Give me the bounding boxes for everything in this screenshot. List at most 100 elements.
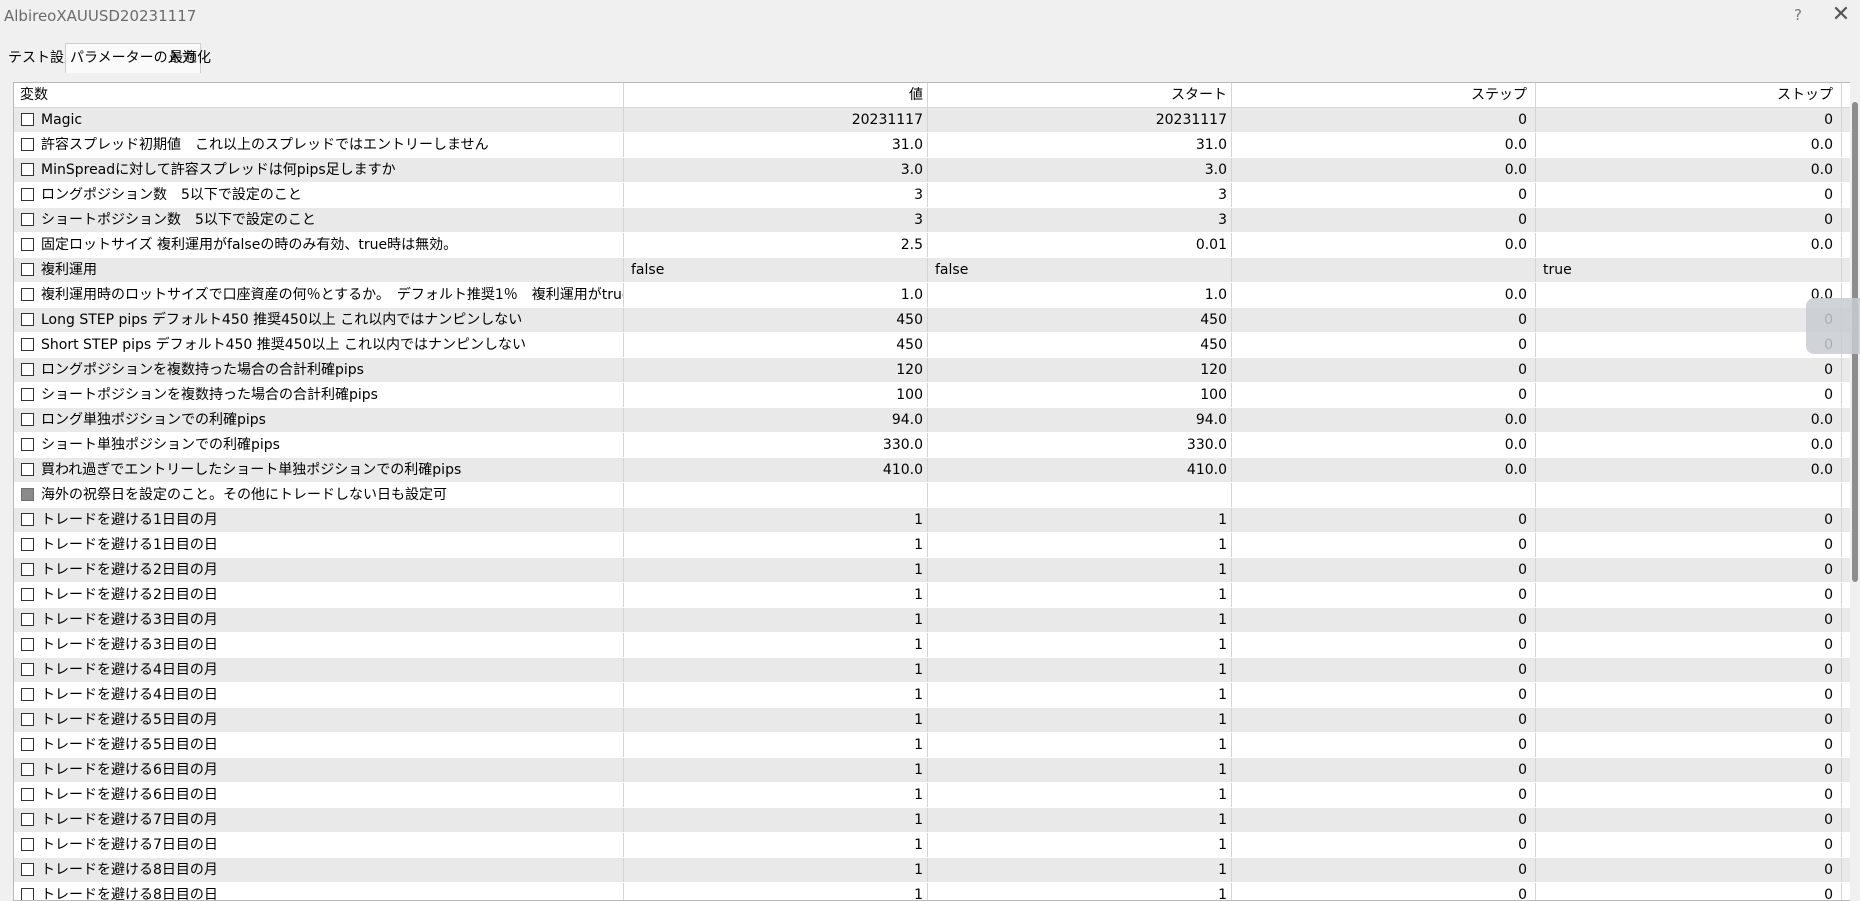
cell-stop[interactable]: 0 xyxy=(1536,733,1842,757)
cell-value[interactable]: 31.0 xyxy=(624,133,928,157)
cell-value[interactable]: 1 xyxy=(624,683,928,707)
cell-stop[interactable]: 0 xyxy=(1536,883,1842,900)
cell-stop[interactable]: 0 xyxy=(1536,833,1842,857)
cell-stop[interactable]: 0 xyxy=(1536,383,1842,407)
cell-stop[interactable]: 0 xyxy=(1536,308,1842,332)
cell-value[interactable]: 1 xyxy=(624,883,928,900)
cell-start[interactable]: 120 xyxy=(928,358,1232,382)
cell-stop[interactable]: 0 xyxy=(1536,633,1842,657)
cell-step[interactable]: 0 xyxy=(1232,558,1536,582)
cell-value[interactable]: 1 xyxy=(624,633,928,657)
table-row[interactable]: トレードを避ける8日目の月 1 1 0 0 xyxy=(14,858,1858,883)
table-row[interactable]: トレードを避ける7日目の月 1 1 0 0 xyxy=(14,808,1858,833)
table-row[interactable]: Magic 20231117 20231117 0 0 xyxy=(14,108,1858,133)
cell-stop[interactable]: 0 xyxy=(1536,608,1842,632)
cell-start[interactable]: 410.0 xyxy=(928,458,1232,482)
cell-step[interactable]: 0 xyxy=(1232,108,1536,132)
cell-start[interactable]: 1 xyxy=(928,808,1232,832)
cell-value[interactable]: 120 xyxy=(624,358,928,382)
header-start[interactable]: スタート xyxy=(928,83,1232,107)
cell-stop[interactable]: 0 xyxy=(1536,758,1842,782)
cell-start[interactable]: 1 xyxy=(928,758,1232,782)
table-row[interactable]: トレードを避ける2日目の日 1 1 0 0 xyxy=(14,583,1858,608)
cell-start[interactable]: 1 xyxy=(928,858,1232,882)
table-row[interactable]: ショートポジション数 5以下で設定のこと 3 3 0 0 xyxy=(14,208,1858,233)
cell-value[interactable]: 94.0 xyxy=(624,408,928,432)
cell-stop[interactable]: 0.0 xyxy=(1536,458,1842,482)
cell-stop[interactable]: 0 xyxy=(1536,858,1842,882)
cell-stop[interactable]: 0 xyxy=(1536,783,1842,807)
cell-start[interactable]: 1 xyxy=(928,558,1232,582)
cell-start[interactable]: 1 xyxy=(928,658,1232,682)
floating-widget-handle[interactable] xyxy=(1806,298,1860,354)
cell-value[interactable]: 1 xyxy=(624,583,928,607)
cell-start[interactable]: 1.0 xyxy=(928,283,1232,307)
cell-start[interactable]: 0.01 xyxy=(928,233,1232,257)
cell-step[interactable]: 0 xyxy=(1232,208,1536,232)
cell-start[interactable]: 1 xyxy=(928,508,1232,532)
cell-start[interactable]: 100 xyxy=(928,383,1232,407)
cell-step[interactable]: 0 xyxy=(1232,858,1536,882)
cell-value[interactable]: 1 xyxy=(624,833,928,857)
cell-stop[interactable]: 0 xyxy=(1536,183,1842,207)
cell-step[interactable]: 0 xyxy=(1232,758,1536,782)
cell-value[interactable]: 1 xyxy=(624,783,928,807)
cell-stop[interactable]: 0.0 xyxy=(1536,283,1842,307)
tab-optimization[interactable]: 最適化 xyxy=(165,46,215,72)
table-row[interactable]: 複利運用時のロットサイズで口座資産の何％とするか。 デフォルト推奨1％ 複利運用… xyxy=(14,283,1858,308)
cell-step[interactable]: 0 xyxy=(1232,833,1536,857)
cell-start[interactable]: 1 xyxy=(928,783,1232,807)
table-row[interactable]: トレードを避ける6日目の日 1 1 0 0 xyxy=(14,783,1858,808)
table-row[interactable]: トレードを避ける3日目の月 1 1 0 0 xyxy=(14,608,1858,633)
cell-stop[interactable]: 0.0 xyxy=(1536,433,1842,457)
table-row[interactable]: 固定ロットサイズ 複利運用がfalseの時のみ有効、true時は無効。 2.5 0.… xyxy=(14,233,1858,258)
cell-start[interactable]: 1 xyxy=(928,533,1232,557)
cell-step[interactable]: 0.0 xyxy=(1232,458,1536,482)
cell-stop[interactable]: 0 xyxy=(1536,108,1842,132)
cell-start[interactable]: 1 xyxy=(928,833,1232,857)
cell-stop[interactable] xyxy=(1536,483,1842,507)
cell-start[interactable]: 1 xyxy=(928,683,1232,707)
header-value[interactable]: 値 xyxy=(624,83,928,107)
cell-stop[interactable]: 0 xyxy=(1536,533,1842,557)
cell-stop[interactable]: 0 xyxy=(1536,333,1842,357)
cell-stop[interactable]: 0.0 xyxy=(1536,133,1842,157)
cell-stop[interactable]: 0.0 xyxy=(1536,158,1842,182)
table-row[interactable]: 海外の祝祭日を設定のこと。その他にトレードしない日も設定可 xyxy=(14,483,1858,508)
cell-step[interactable]: 0 xyxy=(1232,608,1536,632)
cell-start[interactable]: false xyxy=(928,258,1232,282)
help-button[interactable]: ? xyxy=(1787,4,1809,26)
header-variable[interactable]: 変数 xyxy=(14,83,624,107)
cell-step[interactable]: 0.0 xyxy=(1232,233,1536,257)
cell-start[interactable]: 3 xyxy=(928,208,1232,232)
cell-stop[interactable]: true xyxy=(1536,258,1842,282)
cell-step[interactable]: 0 xyxy=(1232,733,1536,757)
cell-stop[interactable]: 0 xyxy=(1536,683,1842,707)
cell-stop[interactable]: 0 xyxy=(1536,808,1842,832)
cell-stop[interactable]: 0 xyxy=(1536,708,1842,732)
cell-value[interactable]: false xyxy=(624,258,928,282)
cell-step[interactable]: 0 xyxy=(1232,658,1536,682)
header-stop[interactable]: ストップ xyxy=(1536,83,1842,107)
cell-step[interactable]: 0.0 xyxy=(1232,283,1536,307)
cell-stop[interactable]: 0 xyxy=(1536,658,1842,682)
cell-value[interactable]: 20231117 xyxy=(624,108,928,132)
cell-start[interactable]: 450 xyxy=(928,308,1232,332)
cell-stop[interactable]: 0 xyxy=(1536,583,1842,607)
cell-start[interactable]: 450 xyxy=(928,333,1232,357)
cell-start[interactable]: 330.0 xyxy=(928,433,1232,457)
cell-step[interactable]: 0.0 xyxy=(1232,408,1536,432)
cell-step[interactable]: 0 xyxy=(1232,808,1536,832)
cell-step[interactable]: 0 xyxy=(1232,383,1536,407)
cell-step[interactable]: 0 xyxy=(1232,783,1536,807)
cell-step[interactable]: 0.0 xyxy=(1232,158,1536,182)
table-row[interactable]: MinSpreadに対して許容スプレッドは何pips足しますか 3.0 3.0 0.0… xyxy=(14,158,1858,183)
cell-start[interactable]: 1 xyxy=(928,633,1232,657)
cell-stop[interactable]: 0 xyxy=(1536,558,1842,582)
cell-stop[interactable]: 0 xyxy=(1536,208,1842,232)
table-row[interactable]: 許容スプレッド初期値 これ以上のスプレッドではエントリーしません 31.0 31.0… xyxy=(14,133,1858,158)
cell-step[interactable]: 0 xyxy=(1232,508,1536,532)
table-row[interactable]: トレードを避ける4日目の日 1 1 0 0 xyxy=(14,683,1858,708)
cell-start[interactable]: 1 xyxy=(928,883,1232,900)
table-row[interactable]: 買われ過ぎでエントリーしたショート単独ポジションでの利確pips 410.0 410… xyxy=(14,458,1858,483)
